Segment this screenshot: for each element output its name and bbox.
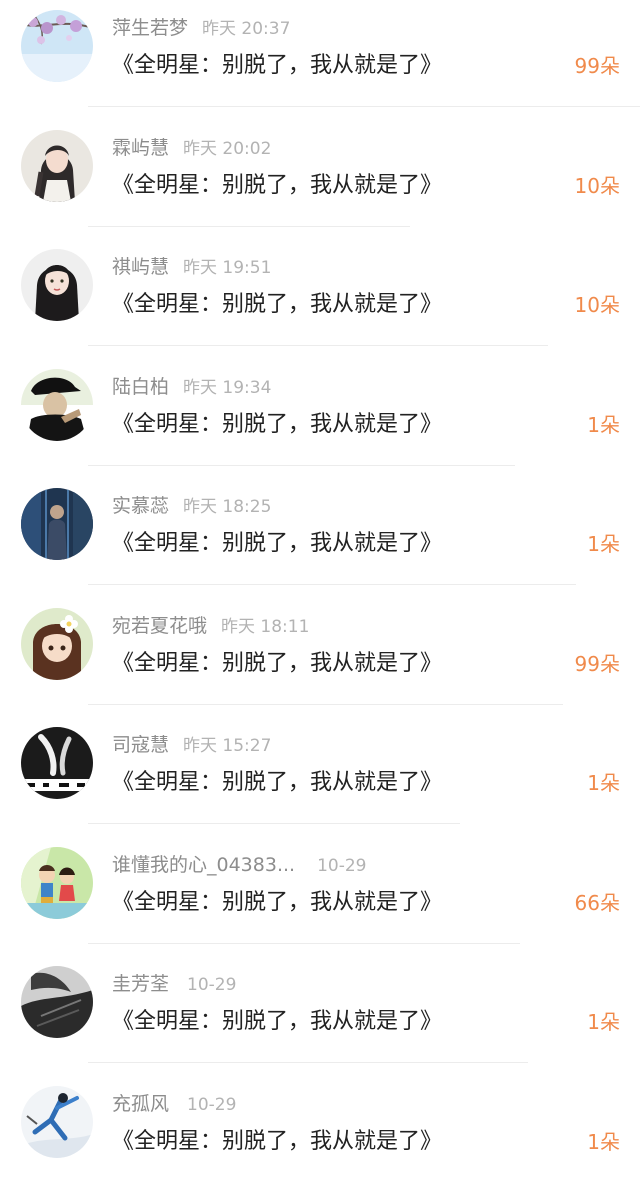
avatar[interactable] (21, 1086, 93, 1158)
divider (88, 345, 548, 346)
list-item[interactable]: 司寇慧昨天 15:27 《全明星：别脱了，我从就是了》 1朵 (0, 717, 640, 837)
username[interactable]: 萍生若梦 (112, 17, 188, 39)
username[interactable]: 司寇慧 (112, 734, 169, 756)
timestamp: 10-29 (187, 1095, 236, 1115)
cartoon-kids-avatar-icon (21, 847, 93, 919)
dark-portrait-avatar-icon (21, 966, 93, 1038)
flower-count: 10朵 (575, 287, 620, 323)
flower-count: 10朵 (575, 168, 620, 204)
timestamp: 10-29 (187, 975, 236, 995)
cherry-blossom-avatar-icon (21, 10, 93, 82)
book-title[interactable]: 《全明星：别脱了，我从就是了》 (112, 407, 442, 443)
list-item[interactable]: 霖屿慧昨天 20:02 《全明星：别脱了，我从就是了》 10朵 (0, 120, 640, 240)
username[interactable]: 霖屿慧 (112, 137, 169, 159)
list-item[interactable]: 充孤风 10-29 《全明星：别脱了，我从就是了》 1朵 (0, 1076, 640, 1195)
flower-count: 1朵 (587, 407, 620, 443)
comment-meta: 霖屿慧昨天 20:02 (112, 134, 271, 162)
timestamp: 昨天 18:25 (183, 497, 271, 517)
list-item[interactable]: 祺屿慧昨天 19:51 《全明星：别脱了，我从就是了》 10朵 (0, 239, 640, 359)
flower-count: 1朵 (587, 1004, 620, 1040)
username[interactable]: 圭芳荃 (112, 973, 169, 995)
blue-figure-avatar-icon (21, 488, 93, 560)
username[interactable]: 宛若夏花哦 (112, 615, 207, 637)
username[interactable]: 陆白柏 (112, 376, 169, 398)
flower-count: 99朵 (575, 646, 620, 682)
book-title[interactable]: 《全明星：别脱了，我从就是了》 (112, 526, 442, 562)
monochrome-hands-avatar-icon (21, 727, 93, 799)
flower-count: 1朵 (587, 1124, 620, 1160)
divider (88, 823, 460, 824)
comment-meta: 祺屿慧昨天 19:51 (112, 253, 271, 281)
book-title[interactable]: 《全明星：别脱了，我从就是了》 (112, 168, 442, 204)
book-title[interactable]: 《全明星：别脱了，我从就是了》 (112, 646, 442, 682)
timestamp: 昨天 19:51 (183, 258, 271, 278)
flower-count: 1朵 (587, 526, 620, 562)
username[interactable]: 谁懂我的心_04383... (112, 854, 295, 876)
username[interactable]: 祺屿慧 (112, 256, 169, 278)
comment-meta: 充孤风 10-29 (112, 1090, 236, 1118)
avatar[interactable] (21, 727, 93, 799)
blue-dancer-avatar-icon (21, 1086, 93, 1158)
username[interactable]: 实慕蕊 (112, 495, 169, 517)
book-title[interactable]: 《全明星：别脱了，我从就是了》 (112, 885, 442, 921)
avatar[interactable] (21, 10, 93, 82)
divider (88, 226, 410, 227)
book-title[interactable]: 《全明星：别脱了，我从就是了》 (112, 765, 442, 801)
timestamp: 昨天 15:27 (183, 736, 271, 756)
list-item[interactable]: 圭芳荃 10-29 《全明星：别脱了，我从就是了》 1朵 (0, 956, 640, 1076)
comment-meta: 实慕蕊昨天 18:25 (112, 492, 271, 520)
divider (88, 1062, 528, 1063)
comment-list: 萍生若梦昨天 20:37 《全明星：别脱了，我从就是了》 99朵 霖屿慧昨天 2… (0, 0, 640, 1194)
book-title[interactable]: 《全明星：别脱了，我从就是了》 (112, 1004, 442, 1040)
anime-girl-dark-hair-avatar-icon (21, 249, 93, 321)
book-title[interactable]: 《全明星：别脱了，我从就是了》 (112, 1124, 442, 1160)
avatar[interactable] (21, 608, 93, 680)
divider (88, 704, 563, 705)
avatar[interactable] (21, 847, 93, 919)
comment-meta: 司寇慧昨天 15:27 (112, 731, 271, 759)
flower-count: 99朵 (575, 48, 620, 84)
timestamp: 昨天 19:34 (183, 378, 271, 398)
book-title[interactable]: 《全明星：别脱了，我从就是了》 (112, 287, 442, 323)
flower-count: 1朵 (587, 765, 620, 801)
avatar[interactable] (21, 130, 93, 202)
comment-meta: 宛若夏花哦昨天 18:11 (112, 612, 309, 640)
flower-count: 66朵 (575, 885, 620, 921)
comment-meta: 谁懂我的心_04383... 10-29 (112, 851, 366, 879)
comment-meta: 萍生若梦昨天 20:37 (112, 14, 290, 42)
list-item[interactable]: 陆白柏昨天 19:34 《全明星：别脱了，我从就是了》 1朵 (0, 359, 640, 479)
timestamp: 昨天 20:37 (202, 19, 290, 39)
comment-meta: 圭芳荃 10-29 (112, 970, 236, 998)
divider (88, 465, 515, 466)
timestamp: 10-29 (317, 856, 366, 876)
divider (88, 943, 520, 944)
book-title[interactable]: 《全明星：别脱了，我从就是了》 (112, 48, 442, 84)
list-item[interactable]: 谁懂我的心_04383... 10-29 《全明星：别脱了，我从就是了》 66朵 (0, 837, 640, 957)
username[interactable]: 充孤风 (112, 1093, 169, 1115)
list-item[interactable]: 实慕蕊昨天 18:25 《全明星：别脱了，我从就是了》 1朵 (0, 478, 640, 598)
cartoon-girl-flower-avatar-icon (21, 608, 93, 680)
list-item[interactable]: 宛若夏花哦昨天 18:11 《全明星：别脱了，我从就是了》 99朵 (0, 598, 640, 718)
avatar[interactable] (21, 249, 93, 321)
comment-meta: 陆白柏昨天 19:34 (112, 373, 271, 401)
list-item[interactable]: 萍生若梦昨天 20:37 《全明星：别脱了，我从就是了》 99朵 (0, 0, 640, 120)
divider (88, 584, 576, 585)
man-cap-avatar-icon (21, 369, 93, 441)
anime-girl-braid-avatar-icon (21, 130, 93, 202)
avatar[interactable] (21, 966, 93, 1038)
avatar[interactable] (21, 488, 93, 560)
timestamp: 昨天 18:11 (221, 617, 309, 637)
timestamp: 昨天 20:02 (183, 139, 271, 159)
avatar[interactable] (21, 369, 93, 441)
divider (88, 106, 640, 107)
